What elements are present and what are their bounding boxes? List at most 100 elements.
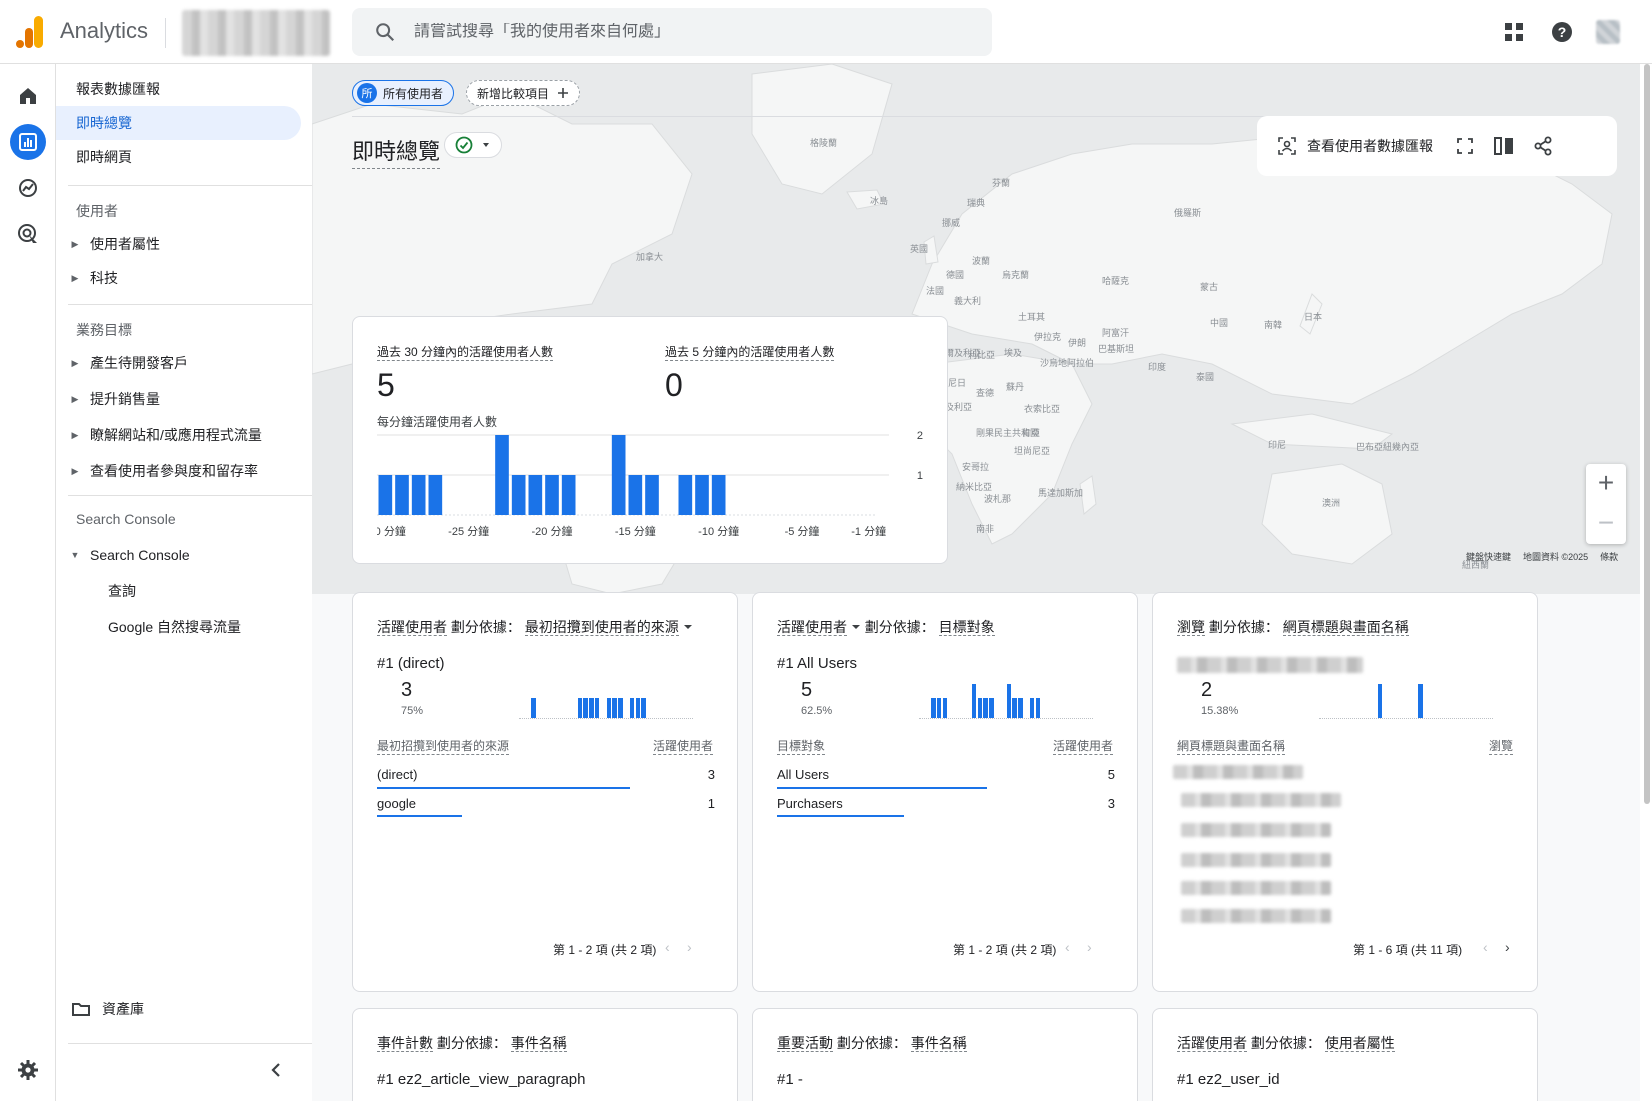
nav-item-tech[interactable]: ▶ 科技 <box>66 263 118 293</box>
explore-icon[interactable] <box>10 170 46 206</box>
prev-page-icon[interactable]: ‹ <box>665 939 670 955</box>
nav-item-traffic[interactable]: ▶ 瞭解網站和/或應用程式流量 <box>66 420 262 450</box>
table-row[interactable]: All Users 5 <box>777 767 1115 782</box>
caret-down-icon[interactable] <box>851 622 861 632</box>
account-picker[interactable] <box>182 10 330 56</box>
table-row[interactable]: Purchasers 3 <box>777 796 1115 811</box>
active-5m-label[interactable]: 過去 5 分鐘內的活躍使用者人數 <box>665 343 835 361</box>
analytics-logo-icon[interactable] <box>16 16 44 48</box>
active-30m-label[interactable]: 過去 30 分鐘內的活躍使用者人數 <box>377 343 554 361</box>
help-icon[interactable]: ? <box>1550 20 1574 44</box>
row-value: 5 <box>1107 767 1115 782</box>
dimension-label[interactable]: 網頁標題與畫面名稱 <box>1282 619 1409 636</box>
column-header-dimension[interactable]: 最初招攬到使用者的來源 <box>377 737 510 755</box>
card-title[interactable]: 活躍使用者 劃分依據： 目標對象 <box>777 617 995 637</box>
nav-item-engagement[interactable]: ▶ 查看使用者參與度和留存率 <box>66 456 258 486</box>
zoom-in-button[interactable]: + <box>1586 464 1626 504</box>
nav-report-snapshot[interactable]: 報表數據匯報 <box>56 72 301 106</box>
search-input[interactable] <box>414 23 954 41</box>
top-item-value: 3 <box>401 679 413 701</box>
redacted-row[interactable] <box>1173 765 1303 779</box>
column-header-dimension[interactable]: 目標對象 <box>777 737 826 755</box>
metric-label[interactable]: 活躍使用者 <box>377 619 447 636</box>
sparkline <box>519 683 693 719</box>
metric-label[interactable]: 事件計數 <box>377 1035 433 1052</box>
keyboard-shortcuts-link[interactable]: 鍵盤快速鍵 <box>1466 550 1511 563</box>
nav-realtime-pages[interactable]: 即時網頁 <box>56 140 301 174</box>
nav-section-business[interactable]: 業務目標 <box>76 320 346 340</box>
share-icon[interactable] <box>1533 136 1553 156</box>
prev-page-icon[interactable]: ‹ <box>1483 939 1488 955</box>
compare-icon[interactable] <box>1493 136 1515 156</box>
nav-item-organic-search[interactable]: Google 自然搜尋流量 <box>108 612 241 642</box>
redacted-row[interactable] <box>1181 881 1331 895</box>
card-title[interactable]: 活躍使用者 劃分依據： 使用者屬性 <box>1177 1033 1395 1053</box>
nav-section-search-console[interactable]: Search Console <box>76 511 346 527</box>
title-status-dropdown[interactable] <box>444 132 502 158</box>
metric-label[interactable]: 瀏覽 <box>1177 619 1205 636</box>
metric-label[interactable]: 活躍使用者 <box>777 619 847 636</box>
add-comparison-button[interactable]: 新增比較項目 <box>466 80 581 106</box>
map-label: 伊拉克 <box>1034 331 1061 342</box>
redacted-row[interactable] <box>1181 909 1331 923</box>
nav-section-user[interactable]: 使用者 <box>76 201 346 221</box>
next-page-icon[interactable]: › <box>687 939 692 955</box>
column-header-metric[interactable]: 活躍使用者 <box>1052 737 1113 755</box>
card-title[interactable]: 瀏覽 劃分依據： 網頁標題與畫面名稱 <box>1177 617 1409 637</box>
redacted-row[interactable] <box>1181 853 1331 867</box>
fullscreen-icon[interactable] <box>1457 138 1473 154</box>
page-scrollbar[interactable] <box>1644 64 1650 804</box>
next-page-icon[interactable]: › <box>1087 939 1092 955</box>
redacted-row[interactable] <box>1181 793 1341 807</box>
home-icon[interactable] <box>10 78 46 114</box>
dimension-label[interactable]: 事件名稱 <box>510 1035 567 1052</box>
advertising-icon[interactable] <box>10 216 46 252</box>
map-label: 波蘭 <box>972 255 990 266</box>
nav-item-sales[interactable]: ▶ 提升銷售量 <box>66 384 160 414</box>
nav-item-library[interactable]: 資產庫 <box>72 994 144 1024</box>
dimension-label[interactable]: 目標對象 <box>938 619 995 636</box>
dimension-label[interactable]: 使用者屬性 <box>1324 1035 1395 1052</box>
dimension-label[interactable]: 事件名稱 <box>910 1035 967 1052</box>
column-header-metric[interactable]: 活躍使用者 <box>652 737 713 755</box>
collapse-icon: ▼ <box>70 550 80 560</box>
card-title[interactable]: 活躍使用者 劃分依據： 最初招攬到使用者的來源 <box>377 617 693 637</box>
prev-page-icon[interactable]: ‹ <box>1065 939 1070 955</box>
table-row[interactable]: (direct) 3 <box>377 767 715 782</box>
next-page-icon[interactable]: › <box>1505 939 1510 955</box>
map-label: 納米比亞 <box>956 481 992 492</box>
row-name: google <box>377 796 417 811</box>
nav-item-queries[interactable]: 查詢 <box>108 576 136 606</box>
plus-icon <box>558 88 569 98</box>
nav-item-user-attributes[interactable]: ▶ 使用者屬性 <box>66 229 160 259</box>
per-minute-bar-chart[interactable]: 2 1 -30 分鐘 -25 分鐘 -20 分鐘 -15 分鐘 -10 分鐘 -5 分鐘 -1 … <box>377 429 937 541</box>
nav-item-leads[interactable]: ▶ 產生待開發客戶 <box>66 348 188 378</box>
metric-label[interactable]: 活躍使用者 <box>1177 1035 1247 1052</box>
zoom-out-button[interactable]: − <box>1586 504 1626 544</box>
card-title[interactable]: 事件計數 劃分依據： 事件名稱 <box>377 1033 567 1053</box>
apps-grid-icon[interactable] <box>1502 20 1526 44</box>
metric-label[interactable]: 重要活動 <box>777 1035 833 1052</box>
nav-item-search-console[interactable]: ▼ Search Console <box>66 540 190 570</box>
table-row[interactable]: google 1 <box>377 796 715 811</box>
map-label: 蒙古 <box>1200 281 1218 292</box>
view-user-snapshot-button[interactable]: 查看使用者數據匯報 <box>1307 136 1433 156</box>
nav-realtime-overview[interactable]: 即時總覽 <box>56 106 301 140</box>
nav-label: 資產庫 <box>102 1001 144 1017</box>
terms-link[interactable]: 條款 <box>1600 550 1618 563</box>
card-title[interactable]: 重要活動 劃分依據： 事件名稱 <box>777 1033 967 1053</box>
redacted-row[interactable] <box>1181 823 1331 837</box>
collapse-nav-icon[interactable] <box>268 1062 284 1078</box>
column-header-metric[interactable]: 瀏覽 <box>1488 737 1513 755</box>
search-bar[interactable] <box>352 8 992 56</box>
reports-icon[interactable] <box>10 124 46 160</box>
nav-section-label: Search Console <box>76 511 176 527</box>
nav-divider <box>68 304 346 305</box>
comparison-chip-all-users[interactable]: 所 所有使用者 <box>352 80 455 106</box>
account-avatar[interactable] <box>1596 20 1620 44</box>
map-label: 格陵蘭 <box>810 137 837 148</box>
caret-down-icon[interactable] <box>683 622 693 632</box>
settings-icon[interactable] <box>10 1052 46 1088</box>
column-header-dimension[interactable]: 網頁標題與畫面名稱 <box>1177 737 1286 755</box>
dimension-label[interactable]: 最初招攬到使用者的來源 <box>524 619 679 636</box>
